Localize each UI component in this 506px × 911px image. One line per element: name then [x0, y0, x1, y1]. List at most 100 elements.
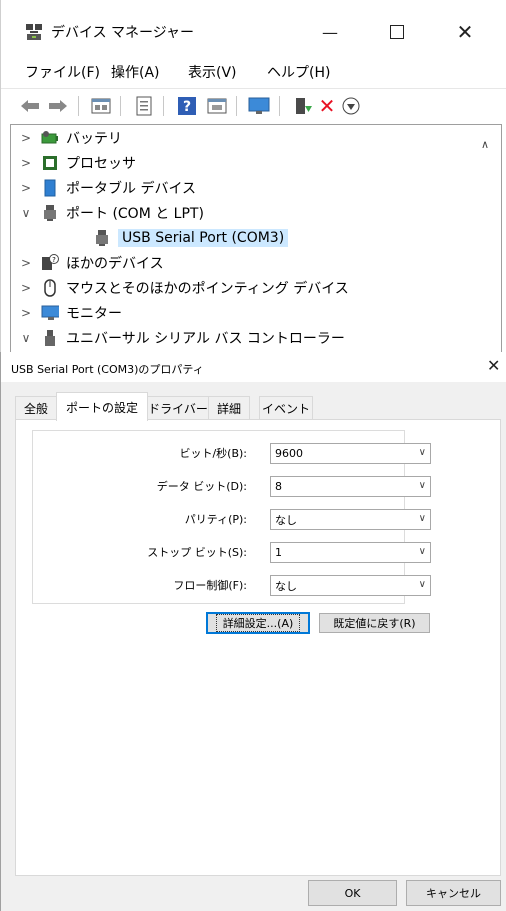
baud-rate-label: ビット/秒(B):	[179, 447, 247, 460]
menu-file[interactable]: ファイル(F)	[25, 62, 100, 82]
close-icon: ✕	[456, 20, 474, 44]
toolbar-separator	[163, 96, 164, 116]
device-manager-window: デバイス マネージャー — ✕ ファイル(F) 操作(A) 表示(V) ヘルプ(…	[0, 0, 506, 353]
tab-details[interactable]: 詳細	[208, 396, 250, 419]
chevron-right-icon[interactable]: >	[19, 131, 33, 145]
minimize-icon: —	[322, 22, 338, 42]
settings-group: ビット/秒(B): 9600 ∨ データ ビット(D): 8 ∨ パリティ(P)…	[32, 430, 431, 604]
menu-view[interactable]: 表示(V)	[188, 62, 237, 82]
dialog-title: USB Serial Port (COM3)のプロパティ	[11, 363, 204, 376]
parity-label: パリティ(P):	[184, 513, 247, 526]
chevron-down-icon: ∨	[418, 447, 426, 458]
chevron-right-icon[interactable]: >	[19, 156, 33, 170]
tree-item-other-devices[interactable]: > ? ほかのデバイス	[19, 251, 164, 275]
data-bits-select[interactable]: 8 ∨	[270, 476, 431, 497]
tree-item-label: マウスとそのほかのポインティング デバイス	[66, 281, 349, 297]
battery-icon	[41, 129, 59, 147]
properties-dialog: USB Serial Port (COM3)のプロパティ ✕ 全般 ポートの設定…	[0, 352, 506, 911]
port-icon	[41, 204, 59, 222]
mouse-icon	[41, 279, 59, 297]
device-manager-icon	[24, 22, 44, 42]
chevron-down-icon: ∨	[418, 513, 426, 524]
advanced-button-label: 詳細設定...(A)	[215, 614, 301, 632]
monitor-icon	[41, 304, 59, 322]
stop-bits-label: ストップ ビット(S):	[147, 546, 247, 559]
chevron-right-icon[interactable]: >	[19, 306, 33, 320]
tab-driver[interactable]: ドライバー	[147, 396, 209, 419]
help-icon[interactable]: ?	[175, 94, 199, 118]
toolbar-separator	[78, 96, 79, 116]
update-driver-icon[interactable]	[291, 94, 315, 118]
tab-general[interactable]: 全般	[15, 396, 57, 419]
svg-text:?: ?	[52, 256, 56, 264]
tree-item-usb-controllers[interactable]: ∨ ユニバーサル シリアル バス コントローラー	[19, 326, 345, 350]
title-bar: デバイス マネージャー — ✕	[1, 0, 506, 58]
tab-events[interactable]: イベント	[259, 396, 313, 419]
stop-bits-select[interactable]: 1 ∨	[270, 542, 431, 563]
forward-icon[interactable]	[46, 94, 70, 118]
scroll-up-icon[interactable]: ∧	[481, 138, 489, 151]
select-value: 9600	[275, 447, 303, 460]
back-icon[interactable]	[18, 94, 42, 118]
window-title: デバイス マネージャー	[51, 25, 195, 41]
tree-item-label: プロセッサ	[66, 156, 136, 172]
tree-item-label: モニター	[66, 306, 122, 322]
select-value: 8	[275, 480, 282, 493]
tree-item-label: ポート (COM と LPT)	[66, 206, 204, 222]
other-device-icon: ?	[41, 254, 59, 272]
portable-device-icon	[41, 179, 59, 197]
tree-item-processor[interactable]: > プロセッサ	[19, 151, 136, 175]
usb-controller-icon	[41, 329, 59, 347]
tree-item-label: ほかのデバイス	[66, 256, 164, 272]
chevron-down-icon[interactable]: ∨	[19, 206, 33, 220]
baud-rate-select[interactable]: 9600 ∨	[270, 443, 431, 464]
flow-control-select[interactable]: なし ∨	[270, 575, 431, 596]
dialog-close-icon[interactable]: ✕	[487, 356, 500, 375]
menu-action[interactable]: 操作(A)	[111, 62, 160, 82]
data-bits-label: データ ビット(D):	[156, 480, 247, 493]
driver-details-icon[interactable]	[205, 94, 229, 118]
advanced-button[interactable]: 詳細設定...(A)	[206, 612, 310, 634]
monitor-icon[interactable]	[247, 94, 271, 118]
tree-item-label-selected: USB Serial Port (COM3)	[118, 229, 289, 247]
device-tree: > バッテリ > プロセッサ > ポータブル デバイス ∨ ポート (COM と…	[10, 124, 502, 353]
close-button[interactable]: ✕	[441, 12, 489, 52]
chevron-down-icon[interactable]: ∨	[19, 331, 33, 345]
tree-item-usb-serial-port[interactable]: USB Serial Port (COM3)	[93, 226, 289, 250]
chevron-down-icon: ∨	[418, 546, 426, 557]
parity-select[interactable]: なし ∨	[270, 509, 431, 530]
tree-item-monitors[interactable]: > モニター	[19, 301, 122, 325]
select-value: なし	[275, 513, 297, 527]
svg-text:?: ?	[183, 99, 191, 115]
tree-item-portable-devices[interactable]: > ポータブル デバイス	[19, 176, 196, 200]
tab-port-settings[interactable]: ポートの設定	[56, 392, 148, 421]
restore-defaults-button[interactable]: 既定値に戻す(R)	[319, 613, 430, 633]
select-value: 1	[275, 546, 282, 559]
chevron-right-icon[interactable]: >	[19, 256, 33, 270]
tree-item-mice[interactable]: > マウスとそのほかのポインティング デバイス	[19, 276, 349, 300]
tree-item-label: ポータブル デバイス	[66, 181, 197, 197]
enable-device-icon[interactable]	[339, 94, 363, 118]
uninstall-x-icon[interactable]: ✕	[315, 94, 339, 118]
tree-item-battery[interactable]: > バッテリ	[19, 126, 122, 150]
tree-item-ports[interactable]: ∨ ポート (COM と LPT)	[19, 201, 204, 225]
minimize-button[interactable]: —	[306, 12, 354, 52]
properties-icon[interactable]	[132, 94, 156, 118]
computer-icon[interactable]	[89, 94, 113, 118]
toolbar-separator	[279, 96, 280, 116]
select-value: なし	[275, 579, 297, 593]
flow-control-label: フロー制御(F):	[173, 579, 247, 592]
chevron-right-icon[interactable]: >	[19, 281, 33, 295]
menu-help[interactable]: ヘルプ(H)	[267, 62, 330, 82]
dialog-title-bar: USB Serial Port (COM3)のプロパティ ✕	[1, 352, 506, 382]
maximize-button[interactable]	[373, 12, 421, 52]
cancel-button[interactable]: キャンセル	[406, 880, 501, 906]
maximize-icon	[390, 25, 404, 39]
chevron-down-icon: ∨	[418, 480, 426, 491]
ok-button[interactable]: OK	[308, 880, 397, 906]
tree-item-label: ユニバーサル シリアル バス コントローラー	[66, 331, 345, 347]
port-icon	[93, 229, 111, 247]
tree-item-label: バッテリ	[66, 131, 122, 147]
processor-icon	[41, 154, 59, 172]
chevron-right-icon[interactable]: >	[19, 181, 33, 195]
